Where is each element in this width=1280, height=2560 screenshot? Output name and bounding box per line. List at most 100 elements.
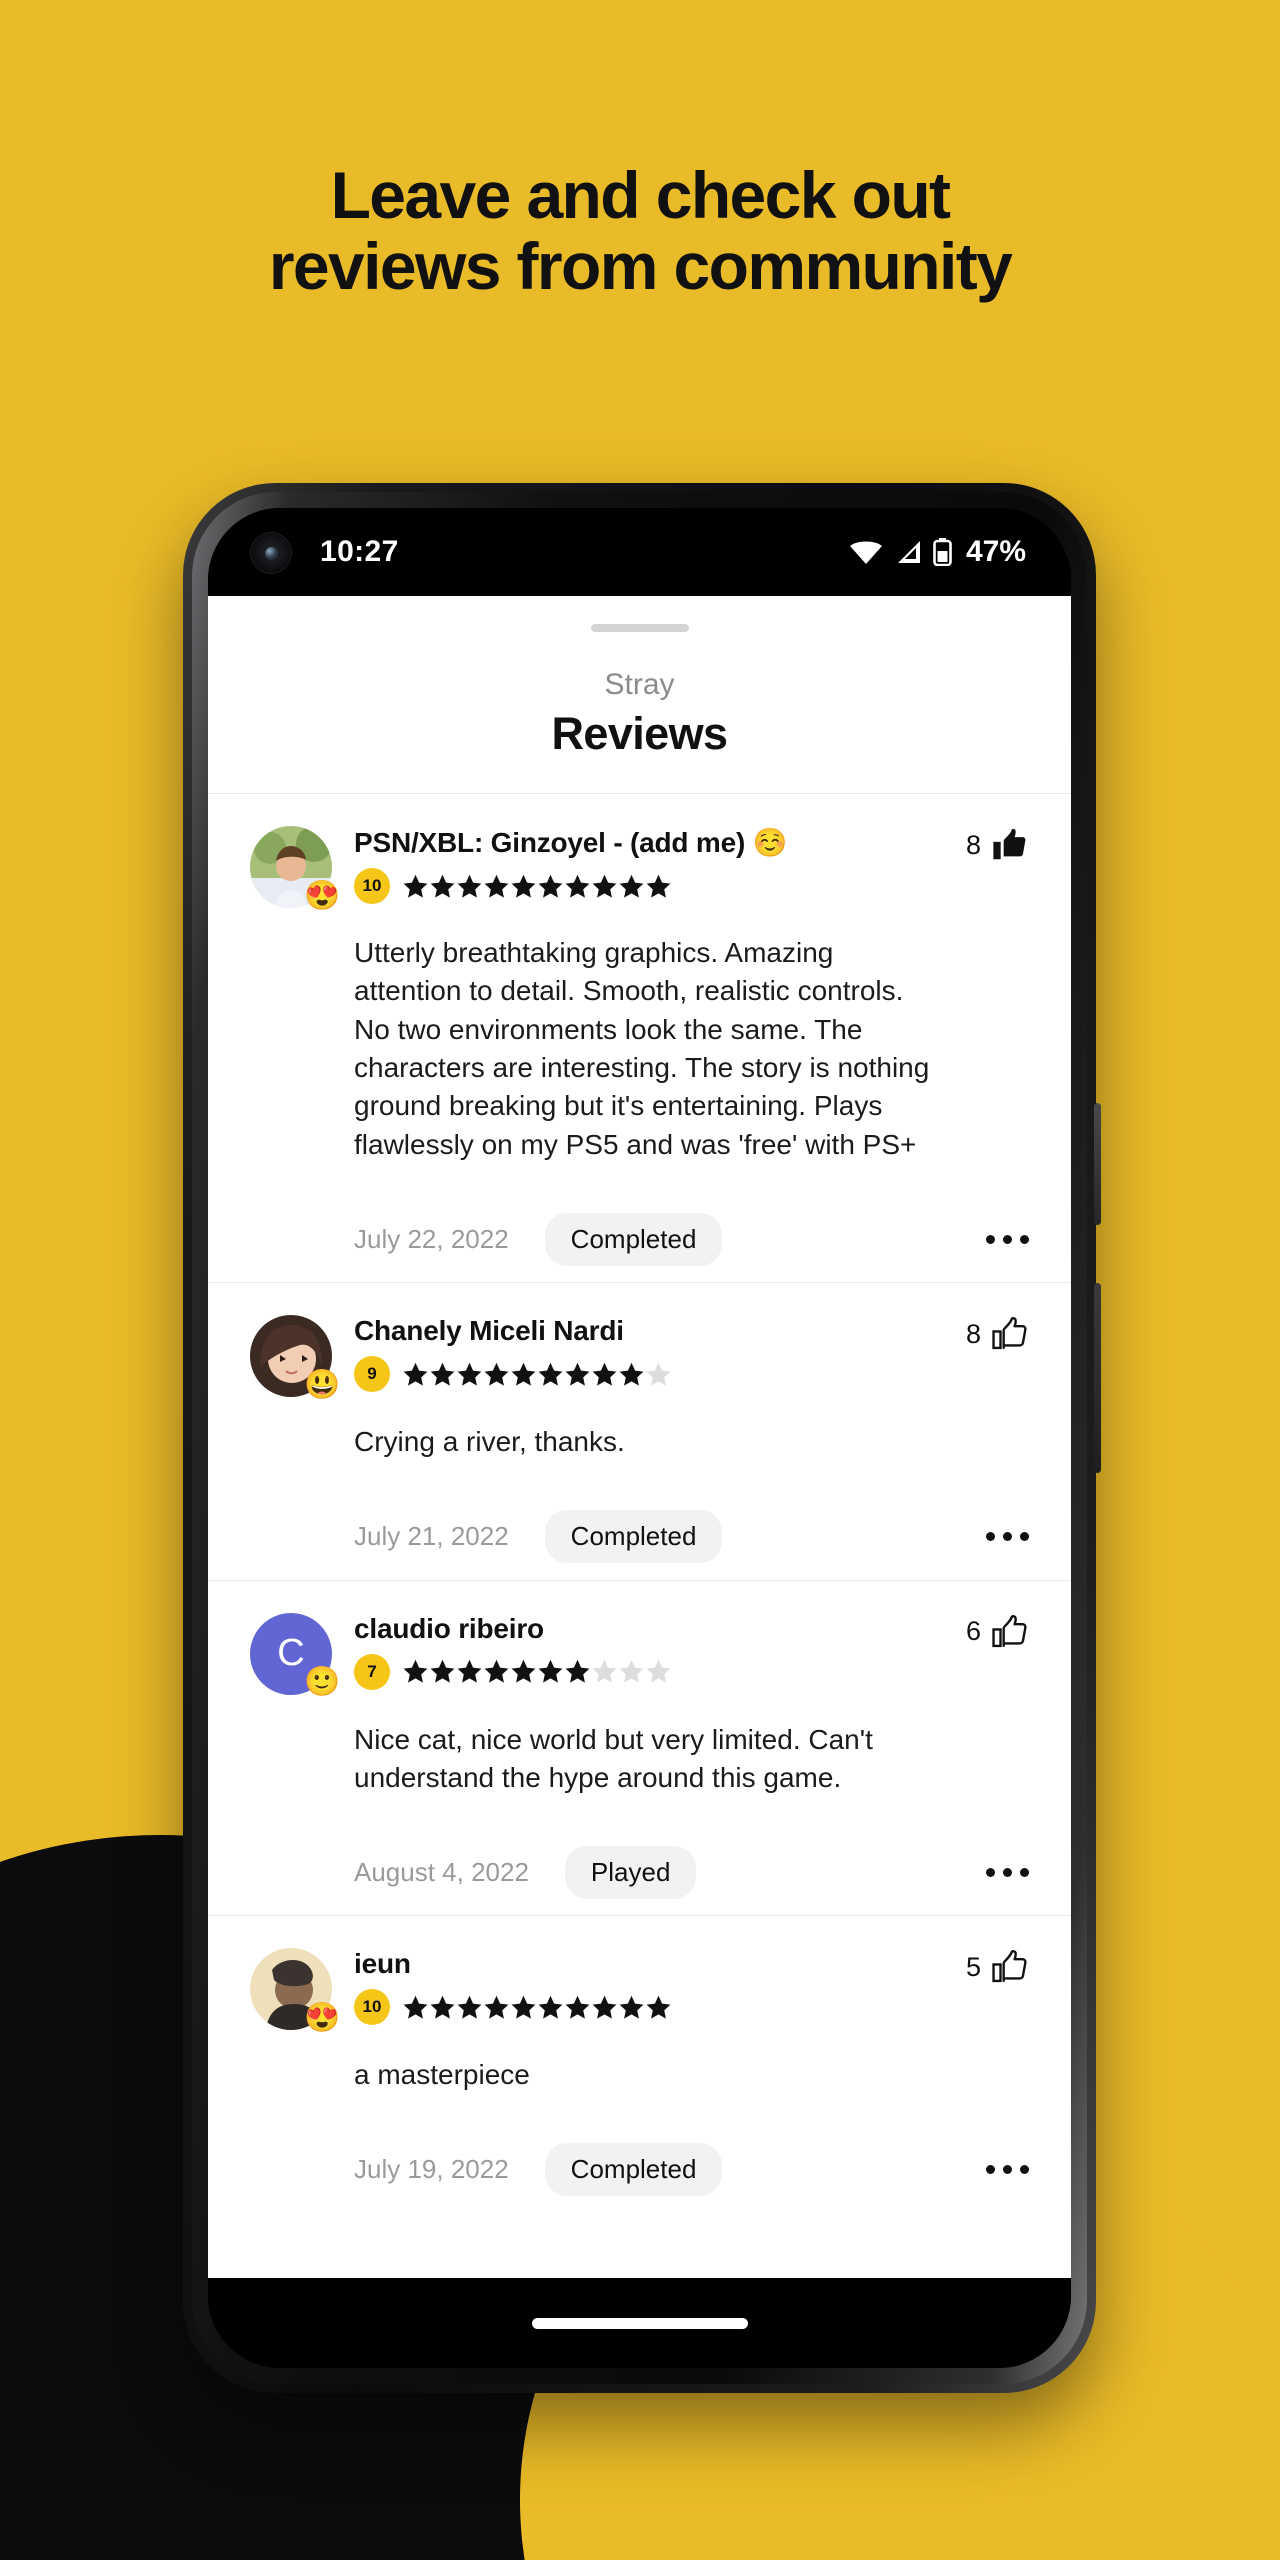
like-control[interactable]: 8 <box>966 826 1029 864</box>
star-icon <box>484 1362 509 1386</box>
star-icon <box>565 1995 590 2019</box>
star-icon <box>646 1995 671 2019</box>
reaction-emoji-badge: 🙂 <box>303 1666 341 1699</box>
star-icon <box>484 874 509 898</box>
star-icon <box>457 1659 482 1683</box>
review-header: C 🙂 claudio ribeiro 7 6 <box>250 1611 1029 1697</box>
avatar-wrapper: 😃 <box>250 1315 340 1399</box>
more-options-icon[interactable] <box>986 1532 1029 1542</box>
star-icon <box>646 874 671 898</box>
front-camera-icon <box>250 532 292 574</box>
avatar-wrapper: C 🙂 <box>250 1612 340 1697</box>
star-icon <box>403 1995 428 2019</box>
reaction-emoji-badge: 😍 <box>303 2001 341 2034</box>
review-text: Nice cat, nice world but very limited. C… <box>354 1723 873 1793</box>
review-date: July 21, 2022 <box>354 1521 509 1552</box>
review-header-text: Chanely Miceli Nardi 9 <box>354 1313 1029 1393</box>
play-status-chip[interactable]: Played <box>564 1845 697 1899</box>
like-control[interactable]: 6 <box>966 1613 1029 1651</box>
reviews-list: 😍 PSN/XBL: Ginzoyel - (add me) ☺️ 10 8 Utter… <box>208 794 1071 2286</box>
star-icon <box>511 1995 536 2019</box>
review-header-text: ieun 10 <box>354 1946 1029 2026</box>
sheet-drag-handle[interactable] <box>590 624 689 632</box>
star-icon <box>457 1362 482 1386</box>
score-badge: 10 <box>354 868 390 904</box>
star-icon <box>538 1995 563 2019</box>
page-title: Reviews <box>551 708 729 759</box>
star-icon <box>403 1659 428 1683</box>
star-icon <box>592 1659 617 1683</box>
reviewer-name[interactable]: Chanely Miceli Nardi <box>354 1315 1029 1347</box>
review-text: Crying a river, thanks. <box>354 1426 625 1458</box>
review-header-text: PSN/XBL: Ginzoyel - (add me) ☺️ 10 <box>354 824 1029 904</box>
reviewer-name[interactable]: claudio ribeiro <box>354 1613 1029 1645</box>
thumb-up-icon[interactable] <box>991 826 1029 864</box>
like-count: 6 <box>965 1616 981 1647</box>
battery-icon <box>933 538 952 566</box>
reviewer-name[interactable]: PSN/XBL: Ginzoyel - (add me) ☺️ <box>354 826 1029 859</box>
like-count: 5 <box>965 1951 981 1982</box>
play-status-chip[interactable]: Completed <box>544 1212 723 1266</box>
star-icon <box>511 874 536 898</box>
star-icon <box>592 874 617 898</box>
star-icon <box>511 1659 536 1683</box>
score-badge: 10 <box>354 1989 390 2026</box>
star-icon <box>403 874 428 898</box>
star-icon <box>457 874 482 898</box>
star-icon <box>619 874 644 898</box>
review-item: 😃 Chanely Miceli Nardi 9 8 Crying a river, t… <box>208 1282 1071 1579</box>
star-icon <box>484 1995 509 2019</box>
star-rating <box>402 1994 672 2021</box>
like-control[interactable]: 5 <box>966 1948 1029 1986</box>
android-navigation-bar <box>208 2278 1071 2368</box>
score-badge: 9 <box>354 1356 390 1393</box>
reaction-emoji-badge: 😃 <box>303 1368 341 1401</box>
reaction-emoji-badge: 😍 <box>303 879 341 912</box>
review-header-text: claudio ribeiro 7 <box>354 1611 1029 1690</box>
phone-mockup: 10:27 47% Stray Reviews 😍 PSN/XBL: Ginzo… <box>183 483 1101 2393</box>
review-item: 😍 PSN/XBL: Ginzoyel - (add me) ☺️ 10 8 Utter… <box>208 794 1071 1282</box>
rating-row: 10 <box>354 1989 1029 2026</box>
status-bar: 10:27 47% <box>208 508 1071 596</box>
star-icon <box>484 1659 509 1683</box>
star-icon <box>565 874 590 898</box>
reviews-sheet: Stray Reviews 😍 PSN/XBL: Ginzoyel - (add … <box>208 596 1071 2286</box>
review-text: Utterly breathtaking graphics. Amazing a… <box>354 937 930 1160</box>
status-bar-icons: 47% <box>849 535 1026 569</box>
thumb-up-icon[interactable] <box>991 1315 1029 1353</box>
avatar-wrapper: 😍 <box>250 826 340 910</box>
review-footer: August 4, 2022 Played <box>354 1829 1029 1915</box>
star-icon <box>430 1659 455 1683</box>
star-icon <box>619 1362 644 1386</box>
star-icon <box>592 1362 617 1386</box>
promo-headline-line2: reviews from community <box>268 228 1013 303</box>
play-status-chip[interactable]: Completed <box>544 2143 723 2197</box>
review-item: C 🙂 claudio ribeiro 7 6 Nice cat, nice world … <box>208 1579 1071 1916</box>
game-title-label: Stray <box>604 668 675 701</box>
play-status-chip[interactable]: Completed <box>544 1510 723 1564</box>
review-footer: July 19, 2022 Completed <box>354 2127 1029 2213</box>
review-header: 😍 ieun 10 5 <box>250 1946 1029 2032</box>
more-options-icon[interactable] <box>986 1867 1029 1877</box>
phone-power-button[interactable] <box>1094 1103 1101 1225</box>
like-control[interactable]: 8 <box>966 1315 1029 1353</box>
review-header: 😍 PSN/XBL: Ginzoyel - (add me) ☺️ 10 8 <box>250 824 1029 910</box>
home-gesture-pill[interactable] <box>531 2317 748 2329</box>
more-options-icon[interactable] <box>986 2165 1029 2175</box>
thumb-up-icon[interactable] <box>991 1948 1029 1986</box>
phone-frame: 10:27 47% Stray Reviews 😍 PSN/XBL: Ginzo… <box>183 483 1096 2393</box>
star-icon <box>511 1362 536 1386</box>
phone-volume-button[interactable] <box>1094 1283 1101 1473</box>
star-icon <box>430 1362 455 1386</box>
review-date: July 22, 2022 <box>354 1223 509 1254</box>
star-icon <box>538 1659 563 1683</box>
reviewer-name[interactable]: ieun <box>354 1948 1029 1980</box>
more-options-icon[interactable] <box>986 1234 1029 1244</box>
avatar-wrapper: 😍 <box>250 1948 340 2032</box>
star-icon <box>565 1659 590 1683</box>
cellular-signal-icon <box>897 541 920 563</box>
review-footer: July 22, 2022 Completed <box>354 1196 1029 1282</box>
rating-row: 7 <box>354 1653 1029 1690</box>
thumb-up-icon[interactable] <box>991 1613 1029 1651</box>
review-footer: July 21, 2022 Completed <box>354 1494 1029 1580</box>
